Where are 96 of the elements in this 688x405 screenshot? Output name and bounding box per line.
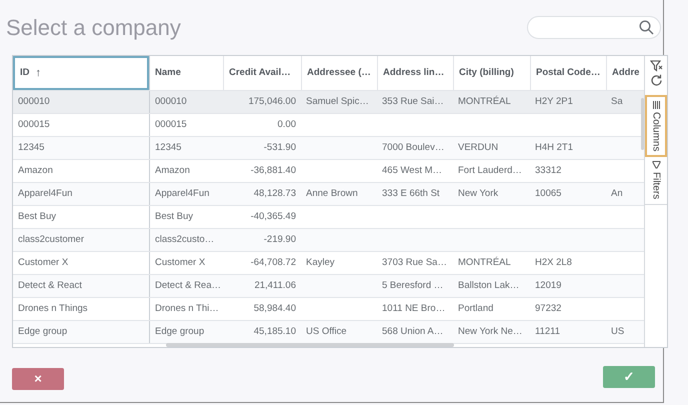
table-cell-text: -219.90 [264, 232, 296, 247]
table-row[interactable]: 000015 000015 0.00 [13, 114, 644, 137]
table-cell-text: Detect & Rea… [155, 278, 221, 293]
table-cell-text: 12345 [155, 140, 182, 155]
column-header[interactable]: Credit Avail… [223, 56, 301, 90]
table-cell-text: Best Buy [18, 210, 56, 224]
table-cell-text: Detect & React [18, 278, 82, 293]
table-cell-text: Kayley [306, 256, 335, 270]
table-row[interactable]: class2customer class2custo… -219.90 [13, 229, 644, 252]
table-cell-text: 10065 [535, 186, 562, 201]
table-cell-text: 11211 [535, 324, 560, 339]
column-header[interactable]: City (billing) [453, 56, 530, 90]
table-row[interactable]: Edge group Edge group 45,185.10 US Office 568 Union A… New York Ne… 11211 US [13, 321, 644, 344]
table-cell-text: H2Y 2P1 [535, 94, 573, 109]
table-cell-text: 000010 [155, 94, 187, 109]
dialog-title: Select a company [6, 14, 181, 42]
table-cell-text: 1011 NE Bro… [382, 302, 446, 316]
table-cell-text: MONTRÉAL [458, 94, 511, 109]
cancel-button[interactable]: × [12, 368, 64, 390]
table-cell-text: Fort Lauderd… [458, 164, 522, 178]
table-cell-text: Ballston Lak… [458, 278, 520, 293]
table-row[interactable]: Apparel4Fun Apparel4Fun 48,128.73 Anne Brown 333 E 66th St New York 10065 An [13, 183, 644, 206]
refresh-icon[interactable] [650, 74, 662, 87]
table-cell-text: Edge group [18, 324, 68, 339]
table-cell-text: Best Buy [155, 210, 194, 224]
table-cell-text: Customer X [155, 256, 206, 270]
table-cell-text: Edge group [155, 324, 204, 339]
table-cell-text: 353 Rue Sai… [382, 94, 444, 109]
table-row[interactable]: Drones n Things Drones n Thi… 58,984.40 1011 NE Bro… Portland 97232 [13, 298, 644, 321]
table-row[interactable]: 000010 000010 175,046.00 Samuel Spic… 353 Rue Sai… MONTRÉAL H2Y 2P1 Sa [13, 91, 644, 114]
table-cell-text: 333 E 66th St [382, 186, 440, 201]
table-cell-text: 58,984.40 [254, 302, 296, 316]
table-cell-text: Portland [458, 302, 494, 316]
columns-icon [652, 101, 660, 109]
table-cell-text: US [611, 324, 624, 339]
table-cell-text: 5 Beresford … [382, 278, 444, 293]
table-row[interactable]: Amazon Amazon -36,881.40 465 West M… Fort Lauderd… 33312 [13, 160, 644, 183]
side-tab[interactable]: Filters [645, 157, 667, 205]
table-cell-text: -64,708.72 [250, 256, 296, 270]
table-cell-text: 0.00 [278, 118, 296, 132]
table-cell-text: H2X 2L8 [535, 256, 572, 270]
table-cell-text: Apparel4Fun [18, 186, 72, 201]
table-cell-text: 45,185.10 [254, 324, 296, 339]
filter-icon[interactable] [650, 60, 662, 72]
table-row[interactable]: 12345 12345 -531.90 7000 Boulev… VERDUN H4H 2T1 [13, 137, 644, 160]
column-header[interactable]: Addre [606, 56, 640, 90]
column-header[interactable]: Address lin… [377, 56, 453, 90]
table-cell-text: US Office [306, 324, 346, 339]
column-header[interactable]: ID ↑ [13, 56, 149, 90]
table-cell-text: 3703 Rue Sa… [382, 256, 447, 270]
table-cell-text: Customer X [18, 256, 68, 270]
table-cell-text: class2customer [18, 232, 84, 247]
filter-icon [652, 161, 660, 170]
table-cell-text: MONTRÉAL [458, 256, 511, 270]
table-cell-text: Drones n Thi… [155, 302, 219, 316]
table-cell-text: New York [458, 186, 498, 201]
table-cell-text: 465 West M… [382, 164, 442, 178]
table-row[interactable]: Detect & React Detect & Rea… 21,411.06 5 Beresford … Ballston Lak… 12019 [13, 275, 644, 298]
table-cell-text: 175,046.00 [248, 94, 296, 109]
table-cell-text: 48,128.73 [254, 186, 296, 201]
table-cell-text: -36,881.40 [250, 164, 296, 178]
search-field[interactable] [527, 16, 661, 39]
vertical-scrollbar[interactable] [641, 98, 644, 150]
table-cell-text: 21,411.06 [254, 278, 296, 293]
table-cell-text: Amazon [18, 164, 53, 178]
table-cell-text: 000010 [18, 94, 50, 109]
column-header[interactable]: Postal Code… [530, 56, 606, 90]
table-cell-text: 000015 [155, 118, 187, 132]
table-cell-text: 33312 [535, 164, 562, 178]
table-cell-text: class2custo… [155, 232, 214, 247]
search-icon [639, 20, 654, 35]
table-cell-text: An [611, 186, 623, 201]
table-cell-text: Samuel Spic… [306, 94, 369, 109]
table-cell-text: 7000 Boulev… [382, 140, 444, 155]
column-header[interactable]: Name [149, 56, 223, 90]
table-cell-text: VERDUN [458, 140, 498, 155]
table-cell-text: 568 Union A… [382, 324, 444, 339]
table-cell-text: -40,365.49 [250, 210, 296, 224]
table-cell-text: Apparel4Fun [155, 186, 210, 201]
table-cell-text: 97232 [535, 302, 562, 316]
table-row[interactable]: Customer X Customer X -64,708.72 Kayley 3703 Rue Sa… MONTRÉAL H2X 2L8 [13, 252, 644, 275]
table-cell-text: H4H 2T1 [535, 140, 574, 155]
sort-arrow-icon: ↑ [36, 64, 41, 82]
table-cell-text: -531.90 [264, 140, 296, 155]
table-cell-text: Anne Brown [306, 186, 358, 201]
column-header[interactable]: Addressee (… [301, 56, 377, 90]
table-cell-text: New York Ne… [458, 324, 522, 339]
table-cell-text: 12019 [535, 278, 562, 293]
side-tab[interactable]: Columns [645, 95, 667, 158]
table-row[interactable]: Best Buy Best Buy -40,365.49 [13, 206, 644, 229]
table-cell-text: 000015 [18, 118, 50, 132]
table-cell-text: Amazon [155, 164, 190, 178]
table-cell-text: Sa [611, 94, 623, 109]
horizontal-scrollbar[interactable] [166, 343, 454, 347]
table-cell-text: Drones n Things [18, 302, 88, 316]
table-cell-text: 12345 [18, 140, 44, 155]
